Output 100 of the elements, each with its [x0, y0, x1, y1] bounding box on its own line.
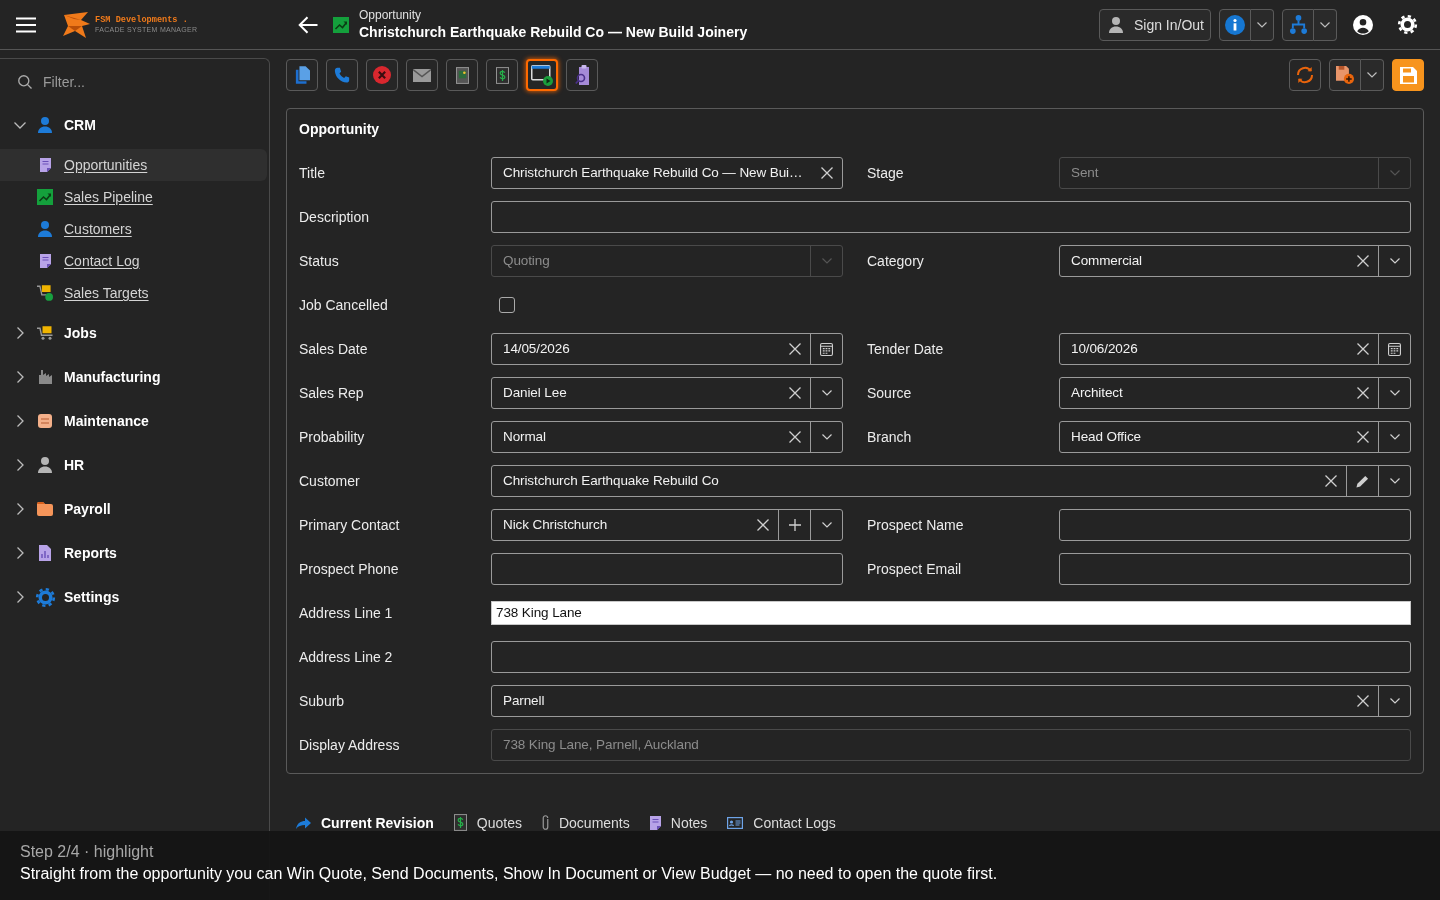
plus-icon[interactable] [788, 519, 801, 531]
brand-name: FSM Developments . [95, 15, 188, 25]
person-icon [38, 221, 52, 237]
cart-icon [37, 285, 53, 301]
sidebar-item[interactable]: Opportunities [0, 149, 267, 181]
dropdown-field[interactable]: Nick Christchurch [491, 509, 843, 541]
filter-field[interactable]: Filter... [43, 74, 243, 90]
clear-icon[interactable] [1356, 255, 1369, 267]
toolbar-button[interactable] [566, 59, 598, 91]
tab[interactable]: Contact Logs [717, 806, 846, 831]
sidebar-group[interactable]: Maintenance [0, 399, 269, 443]
tab[interactable]: Documents [531, 806, 640, 831]
copy-icon [294, 66, 310, 84]
search-icon [18, 75, 32, 89]
sidebar-item[interactable]: Sales Pipeline [0, 181, 267, 213]
calendar-icon[interactable] [1388, 342, 1401, 356]
clipboard-search-icon [575, 65, 589, 85]
field-label: Prospect Name [867, 517, 964, 533]
tab[interactable]: Current Revision [286, 806, 444, 831]
refresh-icon [1296, 66, 1314, 84]
clear-icon[interactable] [788, 343, 801, 355]
text-field[interactable]: 738 King Lane [491, 601, 1411, 625]
clear-icon[interactable] [820, 167, 833, 179]
field-label: Sales Rep [299, 385, 364, 401]
toolbar-button[interactable] [446, 59, 478, 91]
dropdown-field[interactable]: Daniel Lee [491, 377, 843, 409]
caret-icon [1257, 21, 1267, 28]
save-button[interactable] [1392, 59, 1424, 91]
checkbox[interactable] [499, 297, 515, 313]
sidebar-item[interactable]: Customers [0, 213, 267, 245]
org-chart-icon [1289, 15, 1307, 34]
toolbar-button[interactable] [526, 59, 558, 91]
calendar-icon[interactable] [820, 342, 833, 356]
info-icon [1225, 14, 1245, 35]
dropdown-field[interactable]: Normal [491, 421, 843, 453]
dropdown-field[interactable]: Commercial [1059, 245, 1411, 277]
text-field[interactable] [1059, 509, 1411, 541]
date-field[interactable]: 10/06/2026 [1059, 333, 1411, 365]
sliders-icon [38, 414, 52, 428]
clear-icon[interactable] [1356, 431, 1369, 443]
menu-button[interactable] [16, 16, 36, 33]
sidebar-group[interactable]: Manufacturing [0, 355, 269, 399]
field-label: Stage [867, 165, 904, 181]
sidebar-group[interactable]: Payroll [0, 487, 269, 531]
clear-icon[interactable] [1356, 343, 1369, 355]
clear-icon[interactable] [1356, 695, 1369, 707]
lookup-field[interactable]: Christchurch Earthquake Rebuild Co [491, 465, 1411, 497]
notepad-icon [649, 815, 661, 830]
pencil-icon[interactable] [1356, 474, 1369, 488]
settings-button[interactable] [1397, 14, 1418, 35]
dropdown-field[interactable]: Parnell [491, 685, 1411, 717]
text-field[interactable] [491, 641, 1411, 673]
clear-icon[interactable] [788, 431, 801, 443]
date-field[interactable]: 14/05/2026 [491, 333, 843, 365]
clear-icon[interactable] [788, 387, 801, 399]
field-label: Probability [299, 429, 365, 445]
field-label: Primary Contact [299, 517, 400, 533]
text-field[interactable] [1059, 553, 1411, 585]
sidebar-item[interactable]: Sales Targets [0, 277, 267, 309]
sidebar-group[interactable]: Settings [0, 575, 269, 619]
text-field[interactable] [491, 553, 843, 585]
paperclip-icon [541, 815, 549, 830]
tab[interactable]: Notes [639, 806, 718, 831]
refresh-button[interactable] [1289, 59, 1321, 91]
save-add-icon [1336, 66, 1354, 84]
report-icon [39, 545, 51, 561]
sidebar-group[interactable]: HR [0, 443, 269, 487]
person-icon [38, 457, 52, 473]
field-label: Prospect Email [867, 561, 962, 577]
window-play-icon [531, 64, 553, 86]
field-label: Tender Date [867, 341, 944, 357]
caret-icon [1367, 72, 1377, 78]
info-button[interactable] [1219, 8, 1251, 41]
dropdown-field[interactable]: Head Office [1059, 421, 1411, 453]
sidebar-item[interactable]: Contact Log [0, 245, 267, 277]
sidebar-group[interactable]: CRM [0, 103, 269, 147]
sidebar-group[interactable]: Reports [0, 531, 269, 575]
field-label: Title [299, 165, 325, 181]
field-label: Address Line 1 [299, 605, 393, 621]
dropdown-button[interactable] [1314, 8, 1337, 41]
field-label: Description [299, 209, 370, 225]
clear-icon[interactable] [756, 519, 769, 531]
org-chart-button[interactable] [1282, 8, 1314, 41]
text-field[interactable]: Christchurch Earthquake Rebuild Co — New Bui… [491, 157, 843, 189]
clear-icon[interactable] [1324, 475, 1337, 487]
user-button[interactable] [1353, 14, 1373, 35]
person-icon [38, 117, 52, 133]
toolbar-button[interactable] [486, 59, 518, 91]
save-as-button[interactable] [1329, 59, 1361, 91]
toolbar-button[interactable] [406, 59, 438, 91]
text-field[interactable] [491, 201, 1411, 233]
sign-in-out-button[interactable]: Sign In/Out [1098, 8, 1211, 41]
back-arrow-icon [298, 15, 318, 34]
clear-icon[interactable] [1356, 387, 1369, 399]
back-button[interactable] [298, 15, 318, 34]
share-arrow-icon [296, 816, 311, 829]
tab[interactable]: Quotes [443, 806, 532, 831]
dropdown-field[interactable]: Architect [1059, 377, 1411, 409]
sidebar-group[interactable]: Jobs [0, 311, 269, 355]
toolbar-button[interactable] [286, 59, 318, 91]
